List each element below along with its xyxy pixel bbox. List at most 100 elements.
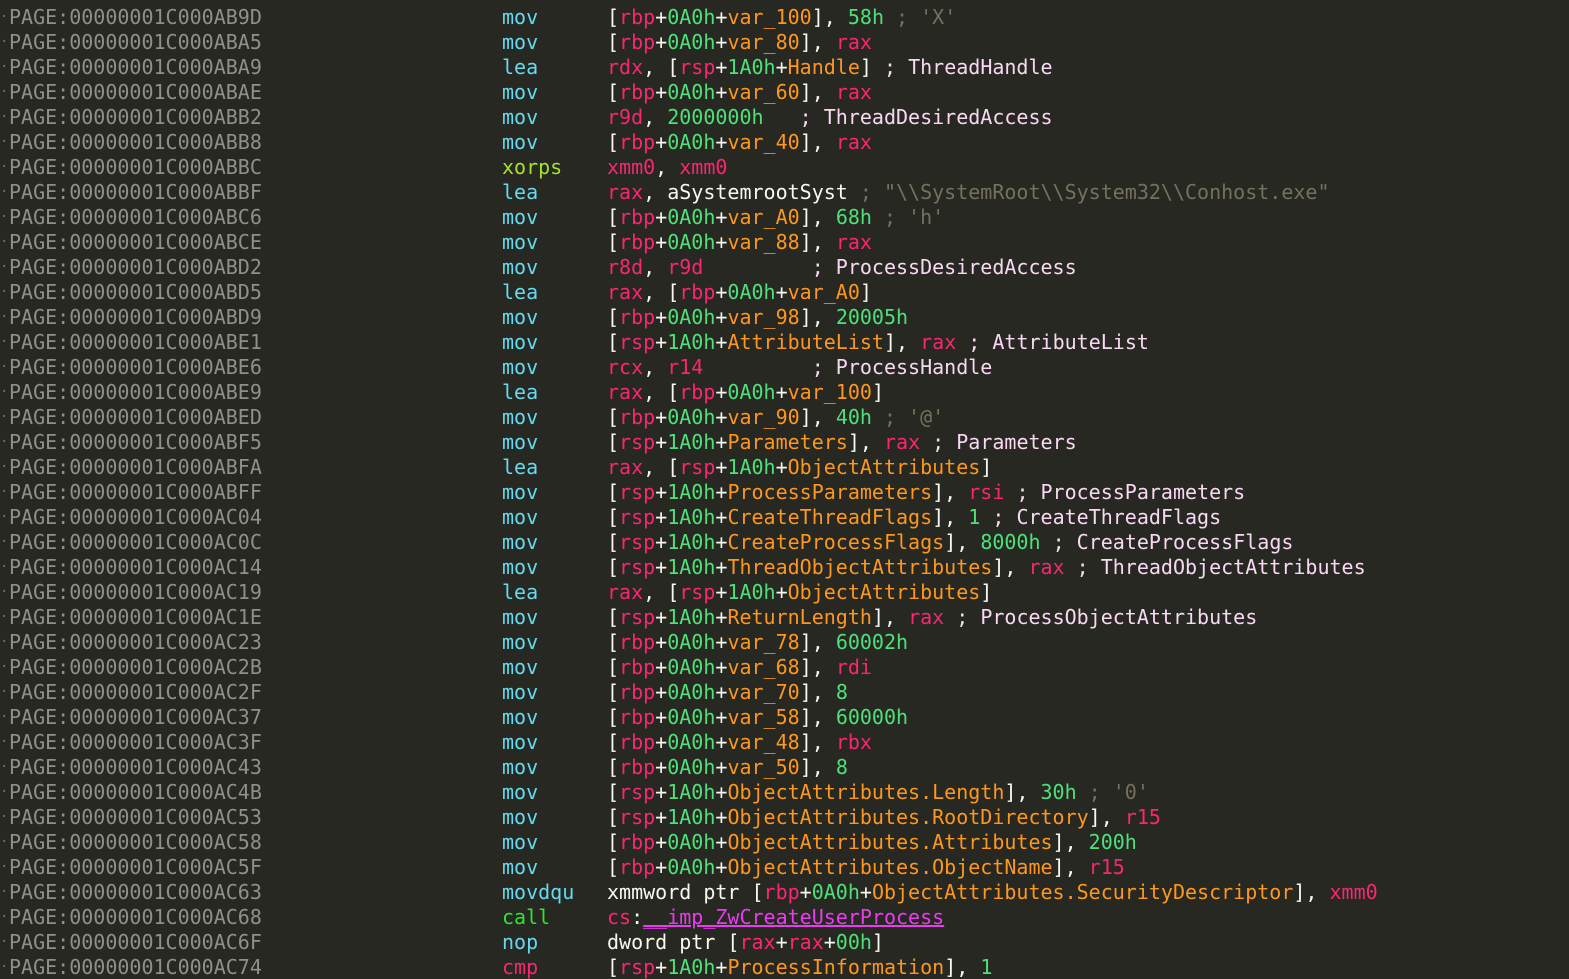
line-address[interactable]: PAGE:00000001C000AC2B [9, 655, 262, 680]
instruction-operands[interactable]: rdx, [rsp+1A0h+Handle] ; ThreadHandle [607, 55, 1053, 80]
line-address[interactable]: PAGE:00000001C000ABCE [9, 230, 262, 255]
instruction-operands[interactable]: [rsp+1A0h+Parameters], rax ; Parameters [607, 430, 1077, 455]
line-address[interactable]: PAGE:00000001C000ABBF [9, 180, 262, 205]
instruction-mnemonic[interactable]: lea [502, 180, 538, 205]
register-operand[interactable]: rcx [607, 355, 643, 379]
stack-variable[interactable]: Handle [788, 55, 860, 79]
stack-variable[interactable]: var_100 [788, 380, 872, 404]
register-operand[interactable]: rbp [619, 680, 655, 704]
register-operand[interactable]: rbp [619, 5, 655, 29]
stack-variable[interactable]: ProcessParameters [727, 480, 932, 504]
code-line[interactable]: · PAGE:00000001C000AC53 mov [rsp+1A0h+Objec… [0, 805, 1569, 830]
register-operand[interactable]: rbp [619, 80, 655, 104]
instruction-mnemonic[interactable]: mov [502, 480, 538, 505]
code-line[interactable]: · PAGE:00000001C000ABC6 mov [rbp+0A0h+var_A… [0, 205, 1569, 230]
instruction-operands[interactable]: r8d, r9d ; ProcessDesiredAccess [607, 255, 1077, 280]
instruction-mnemonic[interactable]: lea [502, 455, 538, 480]
register-operand[interactable]: rbp [679, 280, 715, 304]
instruction-mnemonic[interactable]: mov [502, 80, 538, 105]
line-address[interactable]: PAGE:00000001C000AC53 [9, 805, 262, 830]
line-address[interactable]: PAGE:00000001C000ABB2 [9, 105, 262, 130]
line-address[interactable]: PAGE:00000001C000AC68 [9, 905, 262, 930]
instruction-mnemonic[interactable]: mov [502, 680, 538, 705]
line-address[interactable]: PAGE:00000001C000AC04 [9, 505, 262, 530]
stack-variable[interactable]: ObjectAttributes [788, 580, 981, 604]
instruction-mnemonic[interactable]: mov [502, 355, 538, 380]
instruction-operands[interactable]: [rbp+0A0h+var_78], 60002h [607, 630, 908, 655]
code-line[interactable]: · PAGE:00000001C000ABD5 lea rax, [rbp+0A0h+… [0, 280, 1569, 305]
code-line[interactable]: · PAGE:00000001C000ABE6 mov rcx, r14 ; Proc… [0, 355, 1569, 380]
instruction-mnemonic[interactable]: mov [502, 330, 538, 355]
code-line[interactable]: · PAGE:00000001C000AC43 mov [rbp+0A0h+var_5… [0, 755, 1569, 780]
instruction-operands[interactable]: [rbp+0A0h+ObjectAttributes.ObjectName], … [607, 855, 1125, 880]
stack-variable[interactable]: var_60 [727, 80, 799, 104]
instruction-operands[interactable]: xmmword ptr [rbp+0A0h+ObjectAttributes.S… [607, 880, 1378, 905]
register-operand[interactable]: r9d [667, 255, 703, 279]
instruction-operands[interactable]: rax, [rbp+0A0h+var_A0] [607, 280, 872, 305]
register-operand[interactable]: rax [884, 430, 920, 454]
register-operand[interactable]: rax [920, 330, 956, 354]
line-address[interactable]: PAGE:00000001C000AB9D [9, 5, 262, 30]
register-operand[interactable]: rax [836, 130, 872, 154]
stack-variable[interactable]: AttributeList [727, 330, 884, 354]
stack-variable[interactable]: ObjectAttributes.ObjectName [727, 855, 1052, 879]
symbol-reference[interactable]: aSystemrootSyst [667, 180, 848, 204]
stack-variable[interactable]: ObjectAttributes.SecurityDescriptor [872, 880, 1293, 904]
instruction-mnemonic[interactable]: mov [502, 780, 538, 805]
register-operand[interactable]: rsp [619, 780, 655, 804]
instruction-mnemonic[interactable]: mov [502, 205, 538, 230]
line-address[interactable]: PAGE:00000001C000ABAE [9, 80, 262, 105]
register-operand[interactable]: rbp [679, 380, 715, 404]
line-address[interactable]: PAGE:00000001C000ABFF [9, 480, 262, 505]
stack-variable[interactable]: ProcessInformation [727, 955, 944, 979]
instruction-operands[interactable]: [rsp+1A0h+ObjectAttributes.RootDirectory… [607, 805, 1161, 830]
stack-variable[interactable]: var_98 [727, 305, 799, 329]
line-address[interactable]: PAGE:00000001C000AC3F [9, 730, 262, 755]
instruction-mnemonic[interactable]: call [502, 905, 550, 930]
register-operand[interactable]: rbp [619, 655, 655, 679]
code-line[interactable]: · PAGE:00000001C000ABE9 lea rax, [rbp+0A0h+… [0, 380, 1569, 405]
instruction-operands[interactable]: cs:__imp_ZwCreateUserProcess [607, 905, 944, 930]
code-line[interactable]: · PAGE:00000001C000AC58 mov [rbp+0A0h+Objec… [0, 830, 1569, 855]
instruction-mnemonic[interactable]: movdqu [502, 880, 574, 905]
line-address[interactable]: PAGE:00000001C000ABE1 [9, 330, 262, 355]
register-operand[interactable]: rsp [619, 530, 655, 554]
instruction-mnemonic[interactable]: mov [502, 5, 538, 30]
register-operand[interactable]: rax [607, 380, 643, 404]
code-line[interactable]: · PAGE:00000001C000ABBC xorps xmm0, xmm0 [0, 155, 1569, 180]
register-operand[interactable]: rsp [619, 480, 655, 504]
code-line[interactable]: · PAGE:00000001C000ABD9 mov [rbp+0A0h+var_9… [0, 305, 1569, 330]
instruction-operands[interactable]: [rbp+0A0h+var_100], 58h ; 'X' [607, 5, 956, 30]
line-address[interactable]: PAGE:00000001C000ABD9 [9, 305, 262, 330]
register-operand[interactable]: xmm0 [679, 155, 727, 179]
register-operand[interactable]: rax [607, 180, 643, 204]
register-operand[interactable]: rax [607, 455, 643, 479]
code-line[interactable]: · PAGE:00000001C000AC74 cmp [rsp+1A0h+Proce… [0, 955, 1569, 979]
instruction-operands[interactable]: r9d, 2000000h ; ThreadDesiredAccess [607, 105, 1053, 130]
instruction-mnemonic[interactable]: mov [502, 505, 538, 530]
instruction-mnemonic[interactable]: mov [502, 130, 538, 155]
code-line[interactable]: · PAGE:00000001C000ABE1 mov [rsp+1A0h+Attri… [0, 330, 1569, 355]
code-line[interactable]: · PAGE:00000001C000ABF5 mov [rsp+1A0h+Param… [0, 430, 1569, 455]
line-address[interactable]: PAGE:00000001C000AC1E [9, 605, 262, 630]
line-address[interactable]: PAGE:00000001C000AC58 [9, 830, 262, 855]
line-address[interactable]: PAGE:00000001C000AC63 [9, 880, 262, 905]
code-line[interactable]: · PAGE:00000001C000AC63 movdqu xmmword ptr … [0, 880, 1569, 905]
line-address[interactable]: PAGE:00000001C000AC5F [9, 855, 262, 880]
instruction-operands[interactable]: [rbp+0A0h+var_A0], 68h ; 'h' [607, 205, 944, 230]
instruction-mnemonic[interactable]: mov [502, 830, 538, 855]
code-line[interactable]: · PAGE:00000001C000ABB8 mov [rbp+0A0h+var_4… [0, 130, 1569, 155]
instruction-mnemonic[interactable]: cmp [502, 955, 538, 979]
instruction-mnemonic[interactable]: mov [502, 30, 538, 55]
line-address[interactable]: PAGE:00000001C000AC19 [9, 580, 262, 605]
instruction-mnemonic[interactable]: lea [502, 580, 538, 605]
instruction-mnemonic[interactable]: lea [502, 380, 538, 405]
line-address[interactable]: PAGE:00000001C000AC37 [9, 705, 262, 730]
instruction-operands[interactable]: rax, [rbp+0A0h+var_100] [607, 380, 884, 405]
register-operand[interactable]: rbp [619, 755, 655, 779]
instruction-mnemonic[interactable]: mov [502, 655, 538, 680]
stack-variable[interactable]: var_40 [727, 130, 799, 154]
instruction-operands[interactable]: rax, [rsp+1A0h+ObjectAttributes] [607, 455, 992, 480]
instruction-operands[interactable]: [rsp+1A0h+CreateProcessFlags], 8000h ; C… [607, 530, 1293, 555]
instruction-mnemonic[interactable]: lea [502, 55, 538, 80]
